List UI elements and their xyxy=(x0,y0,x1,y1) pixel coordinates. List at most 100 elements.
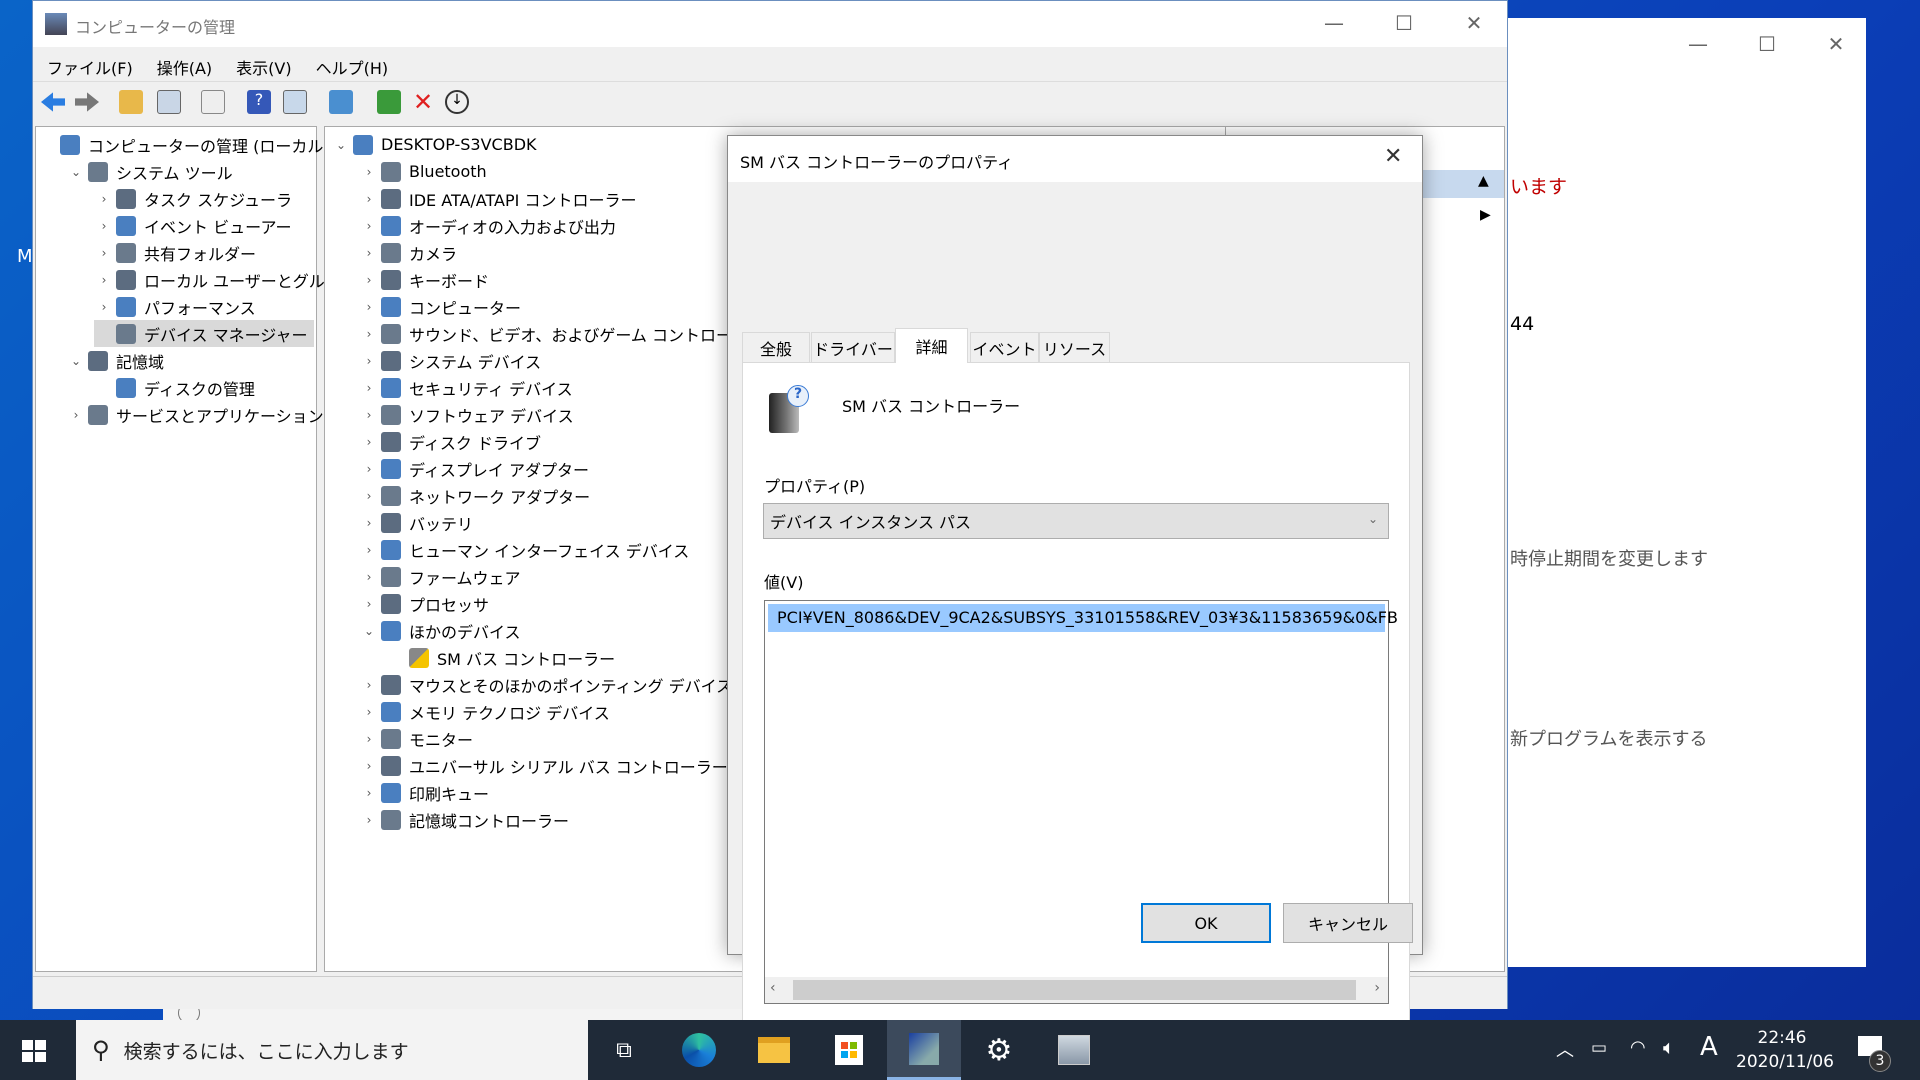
value-listbox[interactable]: PCI¥VEN_8086&DEV_9CA2&SUBSYS_33101558&RE… xyxy=(764,600,1398,1004)
ime-indicator[interactable]: A xyxy=(1700,1032,1718,1062)
tree-item[interactable]: › セキュリティ デバイス xyxy=(359,374,573,401)
updates-link[interactable]: 新プログラムを表示する xyxy=(1510,725,1707,751)
download-icon[interactable]: ↓ xyxy=(445,90,469,114)
tree-item[interactable]: › キーボード xyxy=(359,266,489,293)
tree-item[interactable]: › ソフトウェア デバイス xyxy=(359,401,574,428)
tree-item[interactable]: › イベント ビューアー xyxy=(94,212,292,239)
tree-item[interactable]: › ディスク ドライブ xyxy=(359,428,541,455)
menu-view[interactable]: 表示(V) xyxy=(236,55,291,79)
chevron-right-icon[interactable]: › xyxy=(94,273,114,287)
chevron-right-icon[interactable]: › xyxy=(359,354,379,368)
tree-item[interactable]: › プロセッサ xyxy=(359,590,489,617)
close-icon[interactable]: ✕ xyxy=(1384,144,1402,169)
chevron-right-icon[interactable]: › xyxy=(359,759,379,773)
task-view-icon[interactable]: ⧉ xyxy=(587,1020,661,1080)
close-icon[interactable]: ✕ xyxy=(1816,32,1856,56)
tree-item[interactable]: › IDE ATA/ATAPI コントローラー xyxy=(359,185,636,212)
tree-item[interactable]: ⌄ ほかのデバイス xyxy=(359,617,521,644)
tree-item[interactable]: › サウンド、ビデオ、およびゲーム コントローラー xyxy=(359,320,764,347)
chevron-right-icon[interactable]: › xyxy=(94,219,114,233)
file-explorer-icon[interactable] xyxy=(758,1037,790,1063)
action-pane-icon[interactable] xyxy=(283,90,307,114)
store-icon[interactable] xyxy=(835,1035,863,1065)
update-driver-icon[interactable] xyxy=(377,90,401,114)
pause-link[interactable]: 時停止期間を変更します xyxy=(1510,545,1708,571)
tree-item[interactable]: › システム デバイス xyxy=(359,347,541,374)
start-button[interactable] xyxy=(22,1040,46,1062)
chevron-right-icon[interactable]: › xyxy=(359,786,379,800)
show-hidden-icons[interactable]: ︿ xyxy=(1556,1036,1574,1062)
chevron-right-icon[interactable]: › xyxy=(359,435,379,449)
chevron-right-icon[interactable]: › xyxy=(359,543,379,557)
tree-item[interactable]: › Bluetooth xyxy=(359,158,487,185)
minimize-icon[interactable]: — xyxy=(1314,11,1354,35)
chevron-right-icon[interactable]: › xyxy=(359,273,379,287)
performance-monitor-icon[interactable] xyxy=(1058,1035,1090,1065)
tree-item[interactable]: › バッテリ xyxy=(359,509,473,536)
menu-help[interactable]: ヘルプ(H) xyxy=(316,55,389,79)
tree-item[interactable]: ⌄ DESKTOP-S3VCBDK xyxy=(331,131,537,158)
chevron-right-icon[interactable]: › xyxy=(359,597,379,611)
chevron-right-icon[interactable]: › xyxy=(359,678,379,692)
horizontal-scrollbar[interactable]: ‹ › xyxy=(765,977,1388,1003)
tree-item[interactable]: › マウスとそのほかのポインティング デバイス xyxy=(359,671,732,698)
tree-item[interactable]: › オーディオの入力および出力 xyxy=(359,212,616,239)
chevron-right-icon[interactable]: › xyxy=(359,408,379,422)
tree-item[interactable]: デバイス マネージャー xyxy=(94,320,314,347)
tree-item[interactable]: ディスクの管理 xyxy=(94,374,255,401)
chevron-right-icon[interactable]: › xyxy=(359,489,379,503)
cancel-button[interactable]: キャンセル xyxy=(1283,903,1413,943)
property-dropdown[interactable]: デバイス インスタンス パス ⌄ xyxy=(763,503,1389,539)
tree-item[interactable]: › メモリ テクノロジ デバイス xyxy=(359,698,610,725)
tree-item[interactable]: › ネットワーク アダプター xyxy=(359,482,590,509)
monitor-icon[interactable] xyxy=(329,90,353,114)
tree-item[interactable]: › ローカル ユーザーとグループ xyxy=(94,266,356,293)
chevron-right-icon[interactable]: › xyxy=(359,192,379,206)
battery-icon[interactable]: ▭ xyxy=(1591,1038,1607,1058)
up-folder-icon[interactable] xyxy=(119,90,143,114)
tree-item[interactable]: › 共有フォルダー xyxy=(94,239,256,266)
show-hide-tree-icon[interactable] xyxy=(157,90,181,114)
chevron-down-icon[interactable]: ⌄ xyxy=(66,165,86,179)
expand-arrow-icon[interactable]: ▶ xyxy=(1480,207,1491,223)
tab-driver[interactable]: ドライバー xyxy=(811,332,895,362)
tree-item[interactable]: › パフォーマンス xyxy=(94,293,256,320)
tree-item[interactable]: ⌄ システム ツール xyxy=(66,158,233,185)
tree-item[interactable]: › コンピューター xyxy=(359,293,521,320)
chevron-right-icon[interactable]: › xyxy=(359,570,379,584)
chevron-right-icon[interactable]: › xyxy=(94,300,114,314)
tab-events[interactable]: イベント xyxy=(970,332,1039,362)
tree-item[interactable]: › 記憶域コントローラー xyxy=(359,806,569,833)
tab-details[interactable]: 詳細 xyxy=(895,328,968,363)
uninstall-icon[interactable]: ✕ xyxy=(411,90,435,114)
tree-item[interactable]: › モニター xyxy=(359,725,473,752)
chevron-right-icon[interactable]: › xyxy=(359,462,379,476)
computer-management-icon[interactable] xyxy=(909,1032,939,1065)
maximize-icon[interactable]: ☐ xyxy=(1384,11,1424,35)
maximize-icon[interactable]: ☐ xyxy=(1747,32,1787,56)
tree-item[interactable]: ⌄ 記憶域 xyxy=(66,347,164,374)
menu-file[interactable]: ファイル(F) xyxy=(47,55,133,79)
chevron-down-icon[interactable]: ⌄ xyxy=(66,354,86,368)
close-icon[interactable]: ✕ xyxy=(1454,11,1494,35)
chevron-right-icon[interactable]: › xyxy=(359,246,379,260)
minimize-icon[interactable]: — xyxy=(1678,32,1718,56)
menu-action[interactable]: 操作(A) xyxy=(157,55,212,79)
forward-icon[interactable] xyxy=(75,92,99,112)
tab-general[interactable]: 全般 xyxy=(742,332,810,362)
tree-item[interactable]: SM バス コントローラー xyxy=(387,644,615,671)
tree-item[interactable]: コンピューターの管理 (ローカル) xyxy=(38,131,330,158)
tree-item[interactable]: › ヒューマン インターフェイス デバイス xyxy=(359,536,689,563)
tree-item[interactable]: › 印刷キュー xyxy=(359,779,489,806)
chevron-right-icon[interactable]: › xyxy=(359,165,379,179)
clock[interactable]: 22:46 2020/11/06 xyxy=(1736,1026,1834,1074)
tab-resources[interactable]: リソース xyxy=(1039,332,1110,362)
tree-item[interactable]: › カメラ xyxy=(359,239,457,266)
chevron-right-icon[interactable]: › xyxy=(359,381,379,395)
volume-icon[interactable]: 🔈︎ xyxy=(1663,1035,1675,1059)
tree-item[interactable]: › サービスとアプリケーション xyxy=(66,401,324,428)
scrollbar-thumb[interactable] xyxy=(793,980,1356,1000)
tree-item[interactable]: › ユニバーサル シリアル バス コントローラー xyxy=(359,752,728,779)
chevron-right-icon[interactable]: › xyxy=(359,516,379,530)
chevron-right-icon[interactable]: › xyxy=(359,705,379,719)
